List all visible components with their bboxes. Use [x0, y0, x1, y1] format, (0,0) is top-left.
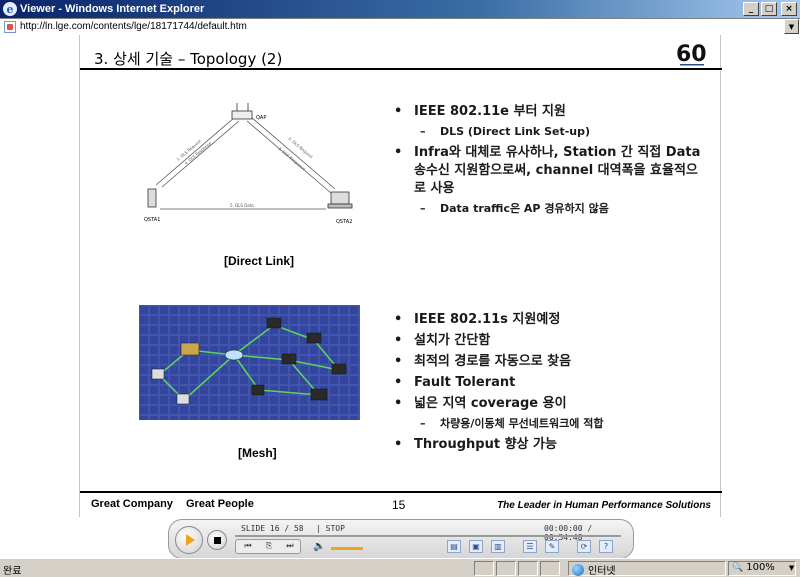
zoom-dropdown-icon[interactable]: ▼ [789, 564, 794, 572]
maximize-button[interactable]: □ [761, 2, 777, 16]
bullet-item: 넓은 지역 coverage 용이 [388, 395, 708, 413]
sub-bullet-item: Data traffic은 AP 경유하지 않음 [388, 201, 708, 216]
stop-icon [213, 536, 221, 544]
direct-link-caption: [Direct Link] [224, 254, 295, 268]
stop-button[interactable] [207, 530, 227, 550]
content-area: 3. 상세 기술 – Topology (2) 60 QAP QSTA1 QST… [0, 35, 800, 558]
globe-icon [572, 563, 584, 576]
bullet-item: 최적의 경로를 자동으로 찾음 [388, 353, 708, 371]
direct-link-bullets: IEEE 802.11e 부터 지원 DLS (Direct Link Set-… [388, 103, 708, 221]
tool-fit-button[interactable]: ▥ [491, 540, 505, 553]
station-1-icon [147, 188, 157, 208]
zoom-control[interactable]: 🔍 100% ▼ [732, 562, 794, 573]
logo-text: 60 [676, 42, 707, 67]
volume-icon[interactable]: 🔈 [313, 541, 325, 552]
status-cell [474, 561, 494, 576]
footer-tagline: The Leader in Human Performance Solution… [497, 500, 711, 511]
bullet-item: 설치가 간단함 [388, 332, 708, 350]
security-zone: 인터넷 [572, 562, 616, 577]
zoom-icon: 🔍 [732, 562, 744, 573]
next-slide-button[interactable]: ⏭ [283, 540, 297, 552]
mesh-caption: [Mesh] [238, 446, 277, 460]
mesh-bullets: IEEE 802.11s 지원예정 설치가 간단함 최적의 경로를 자동으로 찾… [388, 311, 708, 457]
qap-label: QAP [256, 115, 266, 121]
close-button[interactable]: × [781, 2, 797, 16]
status-text: 완료 [3, 566, 22, 577]
bullet-item: Infra와 대체로 유사하나, Station 간 직접 Data 송수신 지… [388, 144, 708, 198]
slide: 3. 상세 기술 – Topology (2) 60 QAP QSTA1 QST… [79, 35, 722, 517]
playback-state: | STOP [316, 524, 345, 533]
minimize-button[interactable]: _ [743, 2, 759, 16]
slide-counter: SLIDE 16 / 58 [241, 524, 304, 533]
url-field[interactable]: http://ln.lge.com/contents/lge/18171744/… [20, 21, 784, 32]
dls-data-label: 5. DLS Data [230, 203, 254, 208]
zone-label: 인터넷 [588, 566, 616, 577]
play-button[interactable] [175, 526, 203, 554]
slide-page-number: 15 [392, 498, 406, 512]
footer-slogan-2: Great People [185, 498, 254, 510]
tool-fullscreen-button[interactable]: ▣ [469, 540, 483, 553]
footer-slogan-1: Great Company [91, 498, 173, 510]
footer-slogan: Great Company Great People [91, 498, 264, 510]
presentation-player: SLIDE 16 / 58 | STOP 00:00:00 / 00:54:48… [168, 519, 634, 558]
tool-pen-button[interactable]: ✎ [545, 540, 559, 553]
address-bar[interactable]: http://ln.lge.com/contents/lge/18171744/… [0, 18, 800, 35]
tool-notes-button[interactable]: ▤ [447, 540, 461, 553]
mesh-network-image [139, 305, 360, 420]
company-logo: 60 [676, 42, 707, 67]
qsta2-label: QSTA2 [336, 219, 352, 225]
progress-bar[interactable] [235, 535, 621, 537]
ap-icon [231, 103, 253, 120]
title-bar: e Viewer - Windows Internet Explorer _ □… [0, 0, 800, 18]
link-qap-qsta2-a [250, 116, 336, 190]
direct-link-diagram: QAP QSTA1 QSTA2 1. DLS Request 4. DLS Re… [144, 103, 353, 225]
status-cell [518, 561, 538, 576]
slide-title: 3. 상세 기술 – Topology (2) [94, 50, 283, 68]
sub-bullet-item: 차량용/이동체 무선네트워크에 적합 [388, 416, 708, 431]
status-cell [496, 561, 516, 576]
zoom-level: 100% [746, 562, 775, 573]
tool-refresh-button[interactable]: ⟳ [577, 540, 591, 553]
address-dropdown-button[interactable]: ▼ [784, 19, 799, 34]
internet-explorer-icon: e [3, 2, 17, 16]
slide-list-button[interactable]: ⎘ [262, 540, 276, 552]
qsta1-label: QSTA1 [144, 217, 160, 223]
play-icon [186, 534, 195, 546]
bullet-item: IEEE 802.11e 부터 지원 [388, 103, 708, 121]
tool-outline-button[interactable]: ☰ [523, 540, 537, 553]
help-button[interactable]: ? [599, 540, 613, 553]
volume-slider[interactable] [331, 547, 363, 550]
station-2-icon [327, 191, 353, 209]
footer-divider [80, 491, 722, 493]
previous-slide-button[interactable]: ⏮ [241, 540, 255, 552]
bullet-item: Throughput 향상 가능 [388, 436, 708, 454]
logo-underline [680, 64, 704, 66]
page-icon [4, 20, 16, 33]
bullet-item: IEEE 802.11s 지원예정 [388, 311, 708, 329]
status-cell [540, 561, 560, 576]
title-divider [80, 68, 722, 70]
bullet-item: Fault Tolerant [388, 374, 708, 392]
status-bar: 완료 인터넷 🔍 100% ▼ [0, 558, 800, 577]
window-title: Viewer - Windows Internet Explorer [20, 3, 205, 15]
sub-bullet-item: DLS (Direct Link Set-up) [388, 124, 708, 139]
